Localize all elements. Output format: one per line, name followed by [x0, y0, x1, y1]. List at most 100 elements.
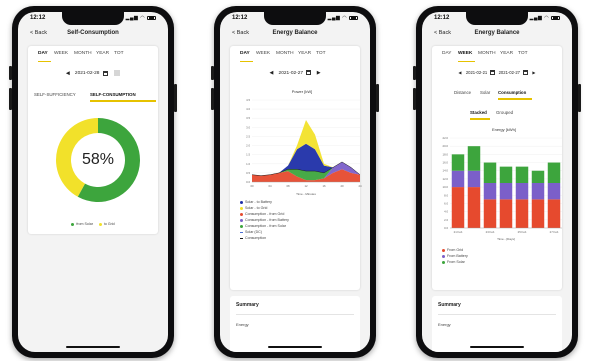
prev-date-button[interactable]: ◀: [66, 71, 70, 76]
y-tick-label: 2.5: [246, 134, 250, 138]
bar-from-battery: [531, 183, 545, 200]
x-tick-label: 00: [250, 184, 254, 188]
y-tick-label: 8.0: [444, 193, 448, 197]
bar-from-solar: [499, 166, 513, 183]
notch: [466, 12, 528, 25]
mode-grouped[interactable]: Grouped: [496, 110, 513, 115]
status-icons: ▂▄▆ ◠: [126, 15, 156, 21]
subtabs: Distance Solar Consumption: [454, 90, 556, 100]
bar-from-grid: [483, 199, 497, 228]
bar-legend-item: From Solar: [442, 260, 552, 266]
nav-bar: < Back Self-Consumption: [18, 26, 168, 40]
stage: 12:12 ▂▄▆ ◠ < Back Self-Consumption DAY …: [0, 0, 590, 361]
summary-panel: Summary Energy: [432, 296, 562, 352]
page-title: Self-Consumption: [67, 30, 119, 36]
chart-title: Power [kW]: [292, 89, 312, 94]
tab-consumption[interactable]: Consumption: [498, 90, 526, 95]
status-icons: ▂▄▆ ◠: [530, 15, 560, 21]
status-icons: ▂▄▆ ◠: [328, 15, 358, 21]
period-tabs: DAY WEEK MONTH YEAR TOT: [440, 50, 554, 62]
y-tick-label: 10.0: [443, 185, 449, 189]
home-indicator: [268, 345, 322, 348]
tab-solar[interactable]: Solar: [480, 90, 490, 95]
tab-week[interactable]: WEEK: [458, 51, 472, 56]
tab-year[interactable]: YEAR: [500, 51, 513, 56]
tab-self-sufficiency[interactable]: SELF-SUFFICIENCY: [34, 92, 76, 97]
tab-tot[interactable]: TOT: [114, 51, 124, 56]
tab-year[interactable]: YEAR: [298, 51, 311, 56]
x-axis-label: Time - [Days]: [497, 237, 515, 241]
bar-legend: From Grid From Battery From Solar: [442, 248, 552, 266]
battery-icon: [349, 15, 358, 20]
y-tick-label: 2.0: [444, 218, 448, 222]
tab-month[interactable]: MONTH: [276, 51, 294, 56]
legend-label: Consumption: [245, 236, 267, 240]
next-date-button[interactable]: ▶: [317, 71, 321, 76]
mode-stacked[interactable]: Stacked: [470, 110, 487, 115]
bar-from-battery: [451, 170, 465, 188]
legend-label-grid: to Grid: [103, 222, 115, 226]
x-tick-label: 25 Feb: [518, 230, 527, 234]
legend-swatch: [240, 206, 243, 210]
y-tick-label: 2.0: [246, 144, 250, 148]
y-tick-label: 0.5: [246, 171, 250, 175]
page-title: Energy Balance: [272, 30, 318, 36]
bar-from-solar: [467, 146, 481, 171]
calendar-to-icon[interactable]: [523, 70, 529, 76]
y-tick-label: 6.0: [444, 201, 448, 205]
power-area-chart: Power [kW] 0.00.51.01.52.02.53.03.54.04.…: [246, 89, 362, 196]
bar-from-grid: [547, 199, 561, 228]
summary-title: Summary: [438, 302, 461, 308]
tab-year[interactable]: YEAR: [96, 51, 109, 56]
prev-date-button[interactable]: ◀: [270, 71, 274, 76]
legend-label: Solar (DC): [245, 230, 262, 234]
y-tick-label: 3.5: [246, 116, 250, 120]
summary-energy-label: Energy: [236, 322, 249, 327]
bar-from-solar: [515, 166, 529, 183]
y-tick-label: 20.0: [443, 144, 449, 148]
status-time: 12:12: [232, 15, 248, 21]
x-tick-label: 08: [286, 184, 290, 188]
tab-week[interactable]: WEEK: [54, 51, 68, 56]
status-time: 12:12: [434, 15, 450, 21]
next-date-button[interactable]: [114, 70, 121, 76]
tab-day[interactable]: DAY: [38, 51, 48, 56]
legend-swatch: [442, 260, 445, 264]
calendar-from-icon[interactable]: [490, 70, 496, 76]
legend-swatch-grid: [98, 222, 102, 226]
summary-energy-label: Energy: [438, 322, 451, 327]
legend-label: Solar - to Grid: [245, 206, 268, 210]
tab-day[interactable]: DAY: [442, 51, 452, 56]
legend-label-solar: from Solar: [76, 222, 93, 226]
chart-mode-toggle: Stacked Grouped: [470, 110, 556, 120]
tab-month[interactable]: MONTH: [74, 51, 92, 56]
area-legend: Solar - to Battery Solar - to Grid Consump…: [240, 200, 350, 242]
legend-swatch: [240, 212, 243, 216]
summary-divider: [236, 314, 354, 315]
bar-from-grid: [515, 199, 529, 228]
tab-tot[interactable]: TOT: [518, 51, 528, 56]
tab-month[interactable]: MONTH: [478, 51, 496, 56]
tab-week[interactable]: WEEK: [256, 51, 270, 56]
x-tick-label: 04: [268, 184, 272, 188]
tab-tot[interactable]: TOT: [316, 51, 326, 56]
tab-day[interactable]: DAY: [240, 51, 250, 56]
legend-swatch: [240, 237, 243, 239]
bar-from-grid: [451, 187, 465, 228]
x-axis-label: Time - Minutes: [296, 192, 316, 196]
nav-bar: < Back Energy Balance: [422, 26, 572, 40]
x-tick-label: 12: [304, 184, 308, 188]
bar-from-grid: [467, 187, 481, 228]
period-tabs: DAY WEEK MONTH YEAR TOT: [238, 50, 352, 62]
x-tick-label: 27 Feb: [550, 230, 559, 234]
period-tabs: DAY WEEK MONTH YEAR TOT: [36, 50, 150, 62]
next-date-button[interactable]: ▶: [532, 70, 535, 75]
prev-date-button[interactable]: ◀: [458, 70, 461, 75]
y-tick-label: 18.0: [443, 152, 449, 156]
tab-self-consumption[interactable]: SELF-CONSUMPTION: [90, 92, 136, 97]
calendar-icon[interactable]: [306, 70, 312, 75]
calendar-icon[interactable]: [102, 70, 108, 76]
legend-swatch: [240, 224, 243, 228]
tab-distance[interactable]: Distance: [454, 90, 471, 95]
subtabs: SELF-SUFFICIENCY SELF-CONSUMPTION: [34, 92, 156, 102]
